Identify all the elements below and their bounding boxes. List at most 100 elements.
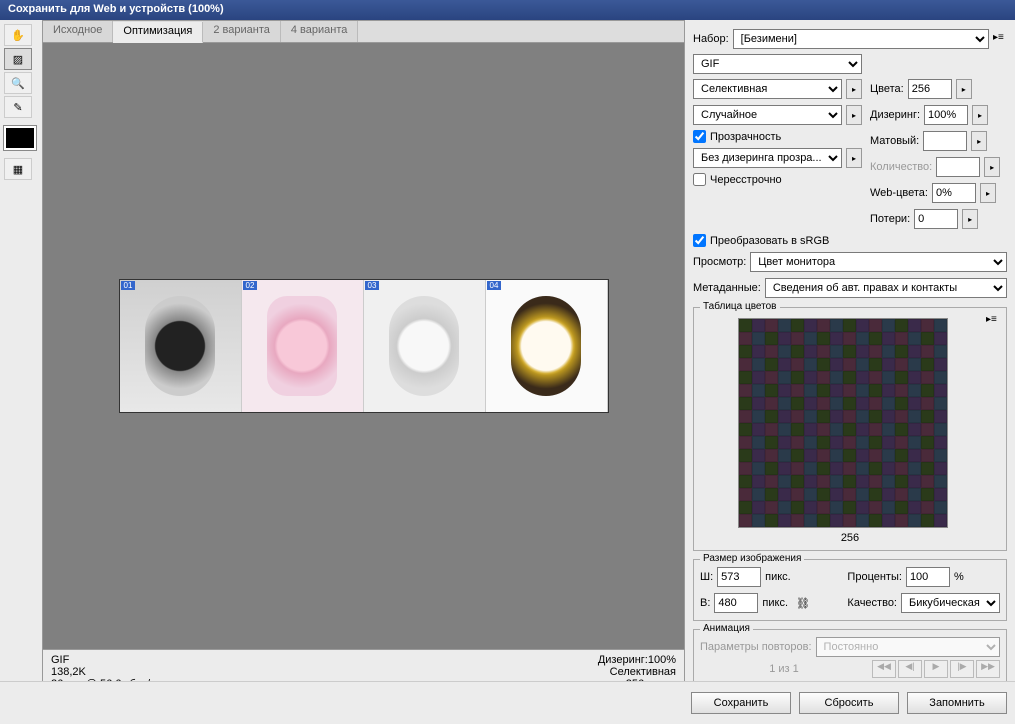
color-swatch[interactable] [804, 332, 817, 345]
color-swatch[interactable] [921, 332, 934, 345]
color-swatch[interactable] [895, 384, 908, 397]
last-frame-button[interactable]: ▶▶ [976, 660, 1000, 678]
color-swatch[interactable] [882, 384, 895, 397]
color-swatch[interactable] [921, 319, 934, 332]
color-swatch[interactable] [921, 501, 934, 514]
tab-2up[interactable]: 2 варианта [203, 21, 281, 42]
color-swatch[interactable] [778, 449, 791, 462]
color-swatch[interactable] [895, 332, 908, 345]
color-swatch[interactable] [895, 501, 908, 514]
color-swatch[interactable] [817, 475, 830, 488]
color-swatch[interactable] [869, 436, 882, 449]
preset-menu-icon[interactable]: ▸≡ [993, 32, 1007, 46]
color-swatch[interactable] [778, 514, 791, 527]
color-swatch[interactable] [856, 410, 869, 423]
color-swatch[interactable] [817, 358, 830, 371]
color-swatch[interactable] [739, 410, 752, 423]
width-input[interactable] [717, 567, 761, 587]
color-swatch[interactable] [934, 501, 947, 514]
color-swatch[interactable] [739, 371, 752, 384]
color-swatch[interactable] [804, 319, 817, 332]
color-swatch[interactable] [804, 410, 817, 423]
color-swatch[interactable] [752, 397, 765, 410]
color-swatch[interactable] [869, 397, 882, 410]
dither-stepper[interactable]: ▸ [972, 105, 988, 125]
color-swatch[interactable] [804, 488, 817, 501]
color-swatch[interactable] [908, 345, 921, 358]
preview-canvas[interactable]: 01 02 03 04 [43, 43, 684, 649]
color-swatch[interactable] [778, 358, 791, 371]
color-swatch[interactable] [778, 475, 791, 488]
color-swatch[interactable] [856, 371, 869, 384]
height-input[interactable] [714, 593, 758, 613]
color-swatch[interactable] [895, 514, 908, 527]
color-swatch[interactable] [778, 384, 791, 397]
color-swatch[interactable] [830, 488, 843, 501]
color-swatch[interactable] [908, 319, 921, 332]
color-swatch[interactable] [869, 319, 882, 332]
color-swatch[interactable] [843, 384, 856, 397]
color-swatch[interactable] [843, 436, 856, 449]
color-swatch[interactable] [830, 475, 843, 488]
color-swatch[interactable] [843, 501, 856, 514]
color-swatch[interactable] [830, 514, 843, 527]
color-swatch[interactable] [882, 332, 895, 345]
preset-select[interactable]: [Безимени] [733, 29, 989, 49]
color-swatch[interactable] [895, 397, 908, 410]
tab-4up[interactable]: 4 варианта [281, 21, 359, 42]
color-swatch[interactable] [804, 514, 817, 527]
color-swatch[interactable] [934, 436, 947, 449]
color-swatch[interactable] [778, 462, 791, 475]
color-swatch[interactable] [804, 436, 817, 449]
matte-swatch[interactable] [923, 131, 967, 151]
color-swatch[interactable] [752, 319, 765, 332]
color-swatch[interactable] [830, 384, 843, 397]
zoom-tool[interactable]: 🔍 [4, 72, 32, 94]
color-swatch[interactable] [921, 514, 934, 527]
color-swatch[interactable] [934, 332, 947, 345]
color-swatch[interactable] [882, 319, 895, 332]
color-swatch[interactable] [843, 423, 856, 436]
color-swatch[interactable] [856, 423, 869, 436]
color-swatch[interactable] [778, 423, 791, 436]
color-swatch[interactable] [752, 345, 765, 358]
color-swatch[interactable] [869, 475, 882, 488]
color-swatch[interactable] [869, 332, 882, 345]
color-swatch[interactable] [882, 423, 895, 436]
color-swatch[interactable] [921, 358, 934, 371]
color-swatch[interactable] [856, 319, 869, 332]
color-swatch[interactable] [817, 488, 830, 501]
metadata-select[interactable]: Сведения об авт. правах и контакты [765, 278, 1007, 298]
color-swatch[interactable] [739, 319, 752, 332]
color-swatch[interactable] [765, 514, 778, 527]
color-swatch[interactable] [817, 449, 830, 462]
color-swatch[interactable] [752, 384, 765, 397]
color-swatch[interactable] [765, 410, 778, 423]
color-swatch[interactable] [830, 436, 843, 449]
color-swatch[interactable] [843, 488, 856, 501]
color-swatch[interactable] [869, 501, 882, 514]
reduction-menu[interactable]: ▸ [846, 79, 862, 99]
color-swatch[interactable] [869, 423, 882, 436]
toggle-slices-icon[interactable]: ▦ [4, 158, 32, 180]
color-swatch[interactable] [908, 449, 921, 462]
color-swatch[interactable] [921, 462, 934, 475]
color-swatch[interactable] [895, 436, 908, 449]
color-swatch[interactable] [882, 449, 895, 462]
slice-select-tool[interactable]: ▨ [4, 48, 32, 70]
color-swatch[interactable] [765, 475, 778, 488]
color-swatch[interactable] [778, 501, 791, 514]
cancel-button[interactable]: Сбросить [799, 692, 899, 714]
color-swatch[interactable] [843, 345, 856, 358]
color-swatch[interactable] [791, 332, 804, 345]
color-swatch[interactable] [908, 514, 921, 527]
color-swatch[interactable] [804, 462, 817, 475]
color-swatch[interactable] [908, 358, 921, 371]
color-swatch[interactable] [817, 384, 830, 397]
color-swatch[interactable] [882, 371, 895, 384]
color-swatch[interactable] [752, 462, 765, 475]
color-swatch[interactable] [752, 436, 765, 449]
color-swatch[interactable] [817, 436, 830, 449]
color-swatch[interactable] [934, 423, 947, 436]
color-swatch[interactable] [908, 436, 921, 449]
